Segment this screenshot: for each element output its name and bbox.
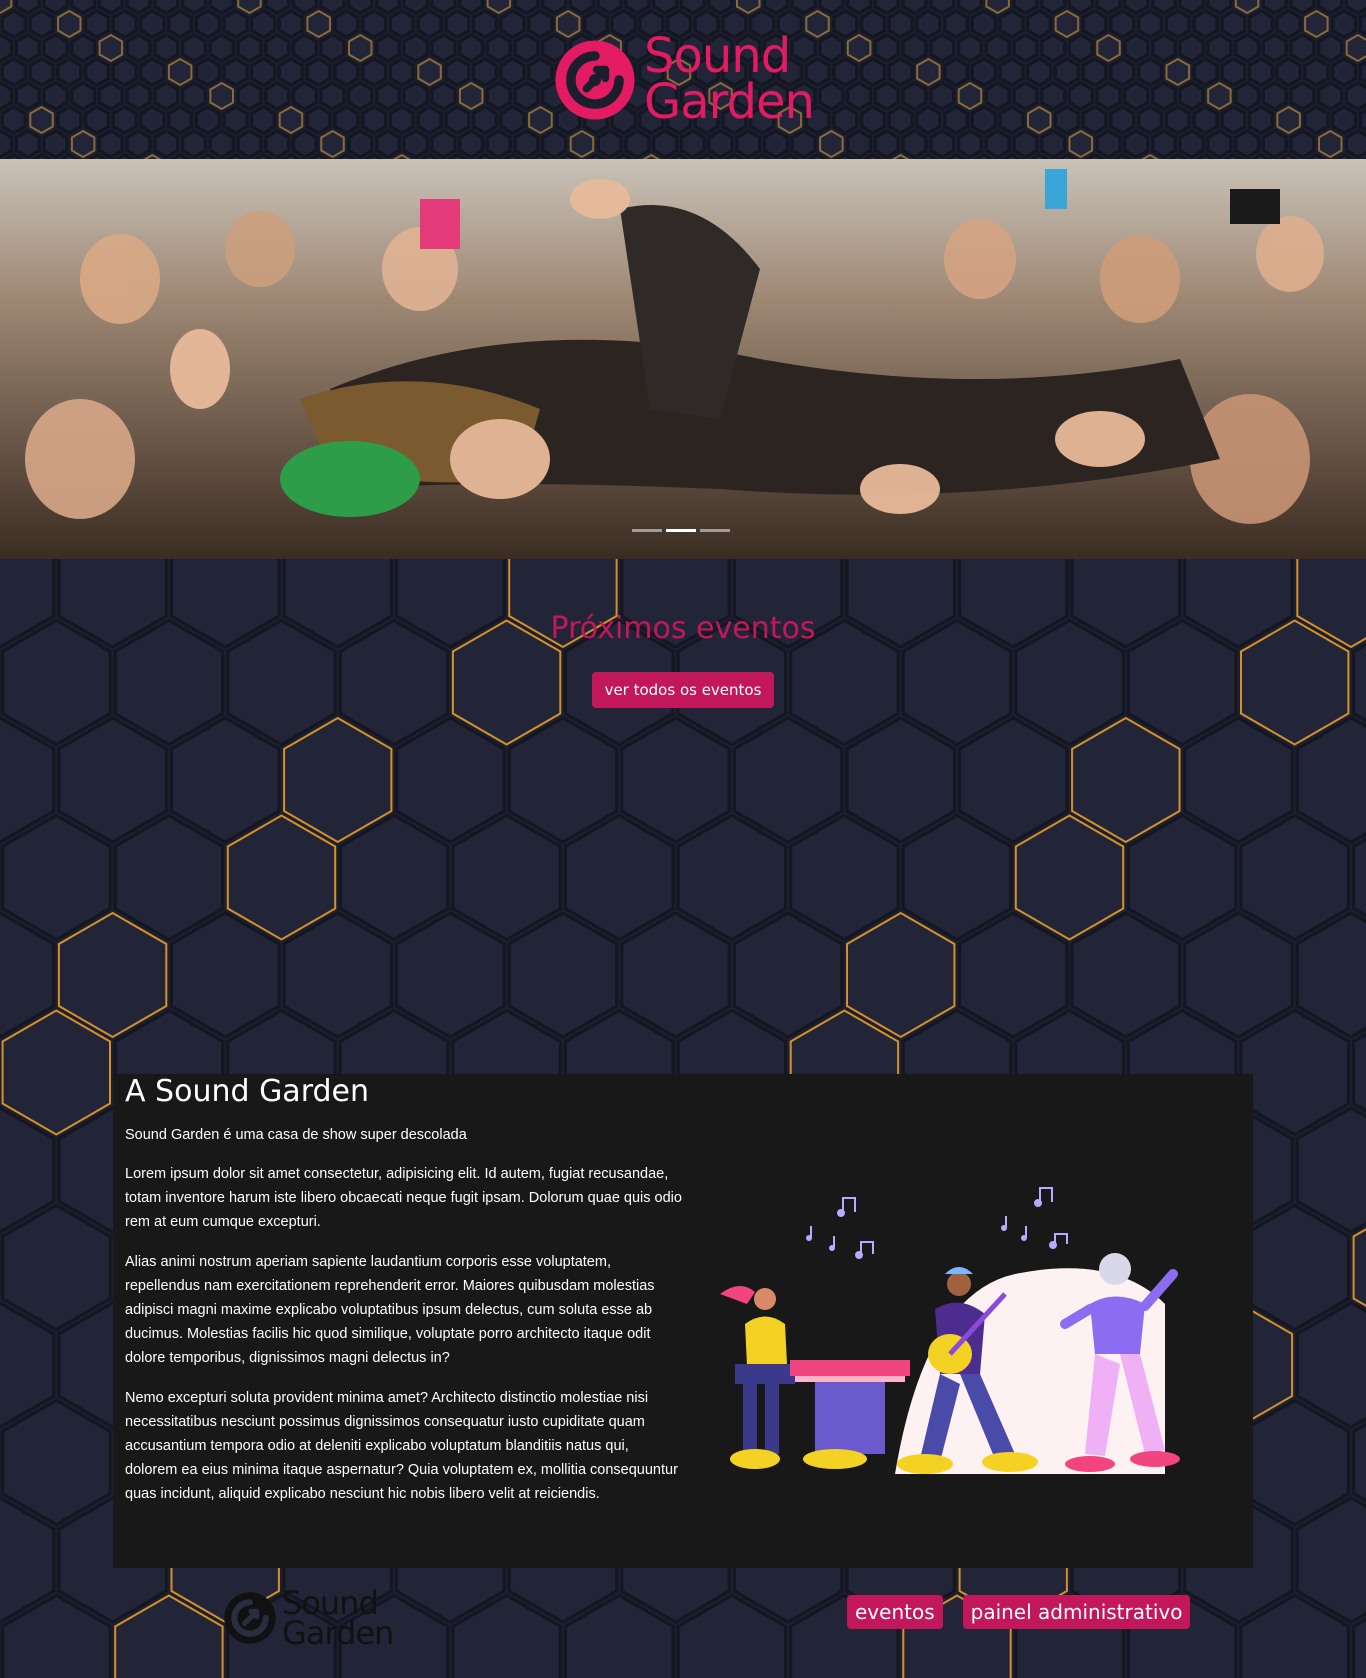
- header-logo[interactable]: Sound Garden: [552, 27, 815, 130]
- carousel-indicator[interactable]: [632, 529, 662, 532]
- site-header: Sound Garden: [0, 0, 1366, 159]
- events-title: Próximos eventos: [550, 611, 816, 646]
- site-footer: Sound Garden eventos painel administrati…: [0, 1568, 1366, 1678]
- footer-wordmark: Sound Garden: [282, 1587, 394, 1653]
- carousel-indicator[interactable]: [666, 529, 696, 532]
- footer-link-admin-panel[interactable]: painel administrativo: [962, 1595, 1191, 1629]
- sound-garden-logo-icon: [555, 39, 635, 120]
- about-title: A Sound Garden: [125, 1074, 370, 1109]
- brand-wordmark: Sound Garden: [644, 27, 815, 130]
- about-paragraph: Alias animi nostrum aperiam sapiente lau…: [125, 1254, 655, 1366]
- about-paragraph: Nemo excepturi soluta provident minima a…: [125, 1390, 678, 1502]
- footer-logo[interactable]: Sound Garden: [222, 1587, 394, 1653]
- hero-carousel[interactable]: [0, 159, 1366, 559]
- concert-crowd-photo: [0, 159, 1366, 559]
- footer-nav: eventos painel administrativo: [847, 1595, 1191, 1629]
- carousel-indicators: [632, 529, 730, 532]
- view-all-events-button[interactable]: ver todos os eventos: [591, 672, 775, 708]
- brand-line-2: Garden: [282, 1614, 394, 1653]
- about-paragraph: Lorem ipsum dolor sit amet consectetur, …: [125, 1166, 682, 1230]
- upcoming-events-section: Próximos eventos ver todos os eventos: [0, 559, 1366, 1074]
- brand-line-2: Garden: [644, 73, 815, 130]
- brand-line-1: Sound: [644, 27, 791, 84]
- footer-link-eventos[interactable]: eventos: [847, 1595, 943, 1629]
- carousel-indicator[interactable]: [700, 529, 730, 532]
- about-subtitle: Sound Garden é uma casa de show super de…: [125, 1127, 467, 1143]
- about-section: A Sound Garden Sound Garden é uma casa d…: [113, 1074, 1253, 1568]
- sound-garden-logo-icon: [224, 1592, 276, 1645]
- about-text: A Sound Garden Sound Garden é uma casa d…: [125, 1074, 685, 1506]
- musicians-illustration: [720, 1187, 1180, 1474]
